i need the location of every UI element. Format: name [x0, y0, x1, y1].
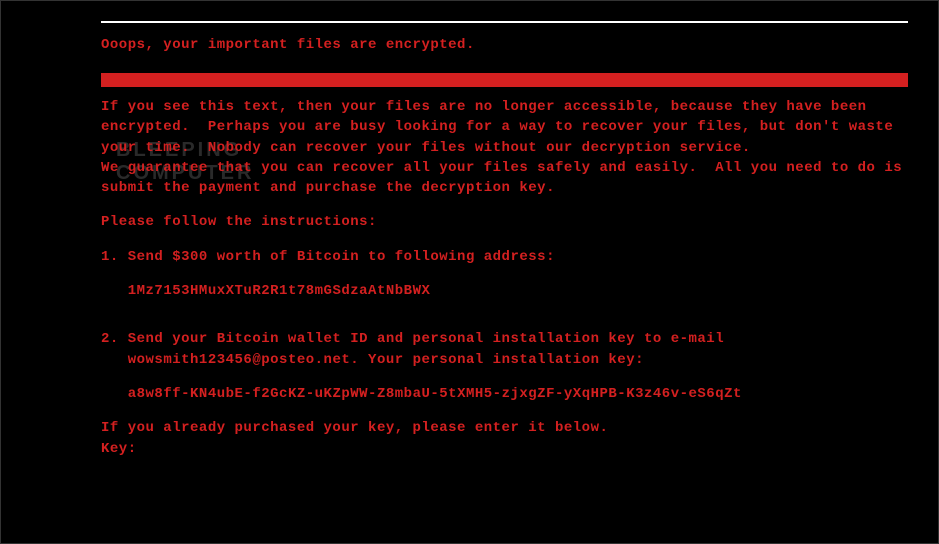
- instructions-header: Please follow the instructions:: [101, 212, 908, 232]
- installation-key: a8w8ff-KN4ubE-f2GcKZ-uKZpWW-Z8mbaU-5tXMH…: [101, 384, 908, 404]
- step-2-line-b: wowsmith123456@posteo.net. Your personal…: [101, 350, 908, 370]
- step-2-line-a: 2. Send your Bitcoin wallet ID and perso…: [101, 329, 908, 349]
- step-1: 1. Send $300 worth of Bitcoin to followi…: [101, 247, 908, 267]
- bitcoin-address: 1Mz7153HMuxXTuR2R1t78mGSdzaAtNbBWX: [101, 281, 908, 301]
- red-separator-bar: [101, 73, 908, 87]
- ransom-paragraph-1b: We guarantee that you can recover all yo…: [101, 158, 908, 199]
- already-purchased: If you already purchased your key, pleas…: [101, 418, 908, 438]
- ransom-paragraph-1a: If you see this text, then your files ar…: [101, 97, 908, 158]
- ransom-header: Ooops, your important files are encrypte…: [101, 37, 908, 53]
- key-prompt[interactable]: Key:: [101, 439, 908, 459]
- divider-top: [101, 21, 908, 23]
